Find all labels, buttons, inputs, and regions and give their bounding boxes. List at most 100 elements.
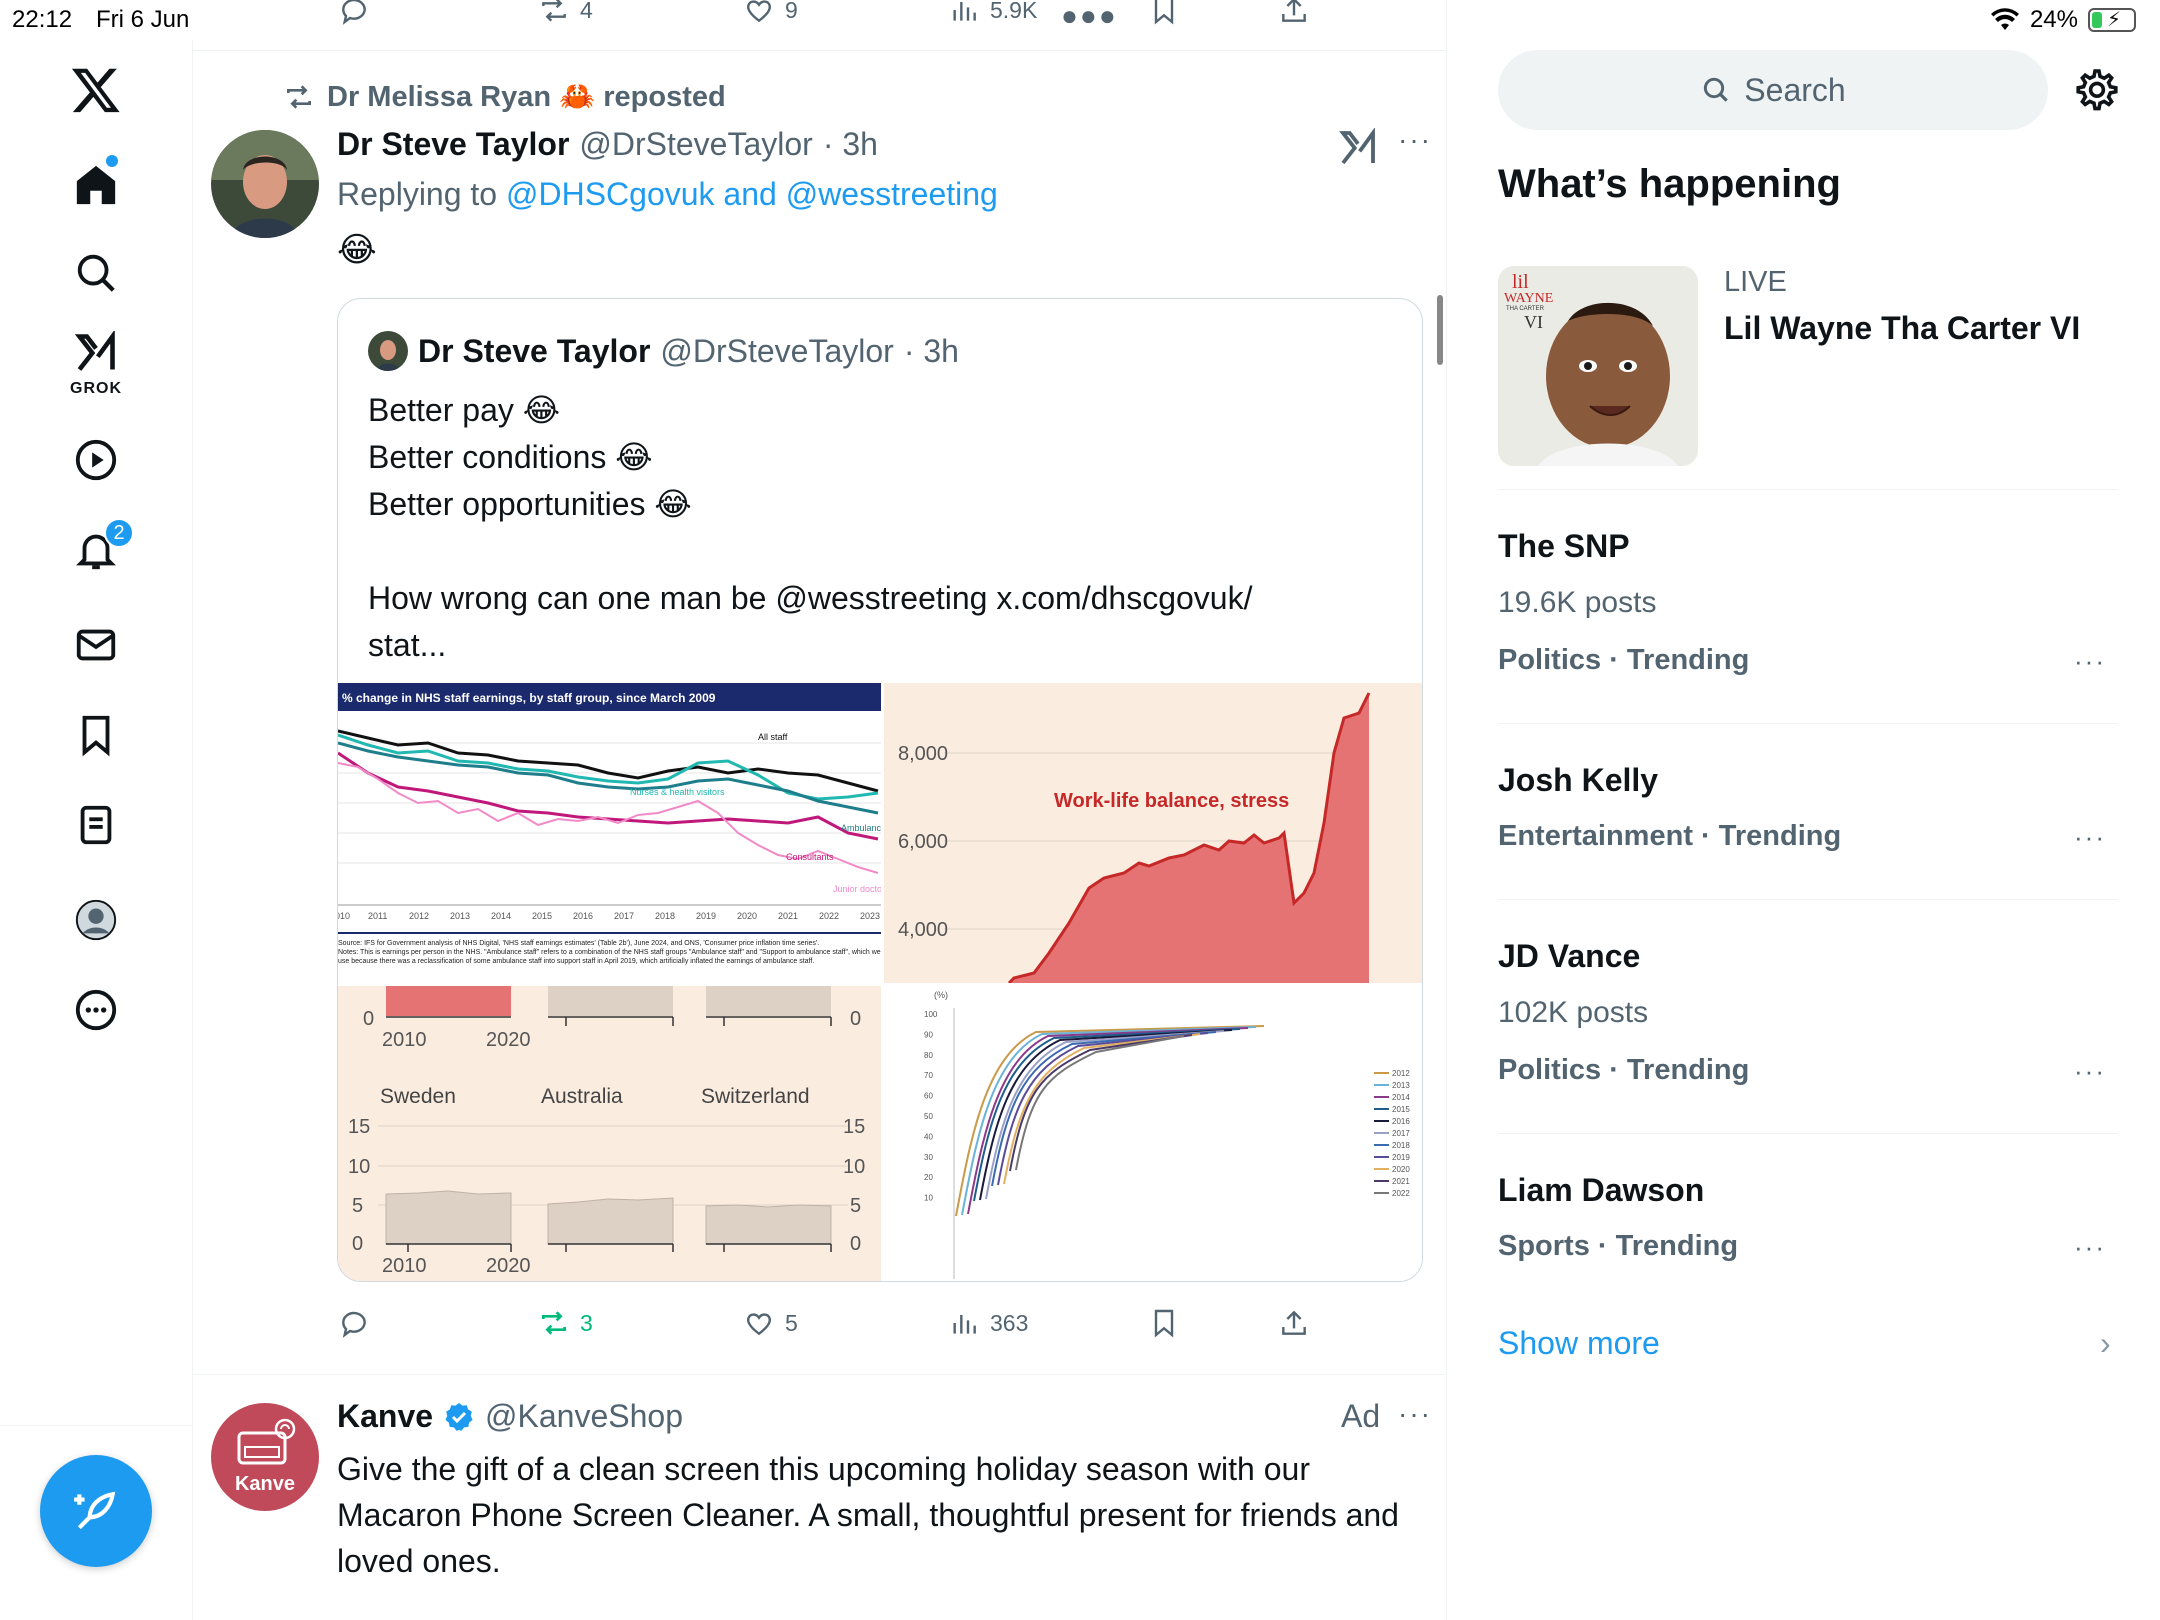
heart-icon bbox=[747, 1313, 771, 1336]
media-image-nhs-earnings[interactable]: % change in NHS staff earnings, by staff… bbox=[338, 683, 881, 983]
home-unread-dot bbox=[106, 155, 118, 167]
author-avatar[interactable] bbox=[211, 130, 319, 238]
trend-more-icon[interactable]: ··· bbox=[2074, 1056, 2106, 1087]
chart4-legend-label: 2016 bbox=[1392, 1117, 1410, 1126]
repost-attribution[interactable]: Dr Melissa Ryan 🦀 reposted bbox=[283, 80, 726, 114]
search-input[interactable]: Search bbox=[1498, 50, 2048, 130]
media-image-year-curves[interactable]: (%) 100 90 80 70 60 50 40 30 20 10 2012 2013 2014 20… bbox=[884, 986, 1422, 1281]
author-handle[interactable]: @DrSteveTaylor bbox=[579, 126, 812, 163]
ad-author-name[interactable]: Kanve bbox=[337, 1398, 433, 1435]
replying-to-handles[interactable]: @DHSCgovuk and @wesstreeting bbox=[506, 176, 998, 212]
chart1-series-label: All staff bbox=[758, 732, 788, 742]
chart3-x-tick: 2010 bbox=[382, 1255, 427, 1277]
trend-item[interactable]: JD Vance 102K posts Politics · Trending … bbox=[1498, 900, 2118, 1134]
quoted-tweet[interactable]: Dr Steve Taylor @DrSteveTaylor · 3h Bett… bbox=[337, 298, 1423, 1282]
video-play-icon[interactable] bbox=[56, 420, 136, 500]
chart3-y-tick: 10 bbox=[348, 1156, 370, 1178]
media-image-work-life[interactable]: 8,000 6,000 4,000 Work-life balance, str… bbox=[884, 683, 1422, 983]
prev-bookmark-button[interactable] bbox=[1148, 0, 1180, 26]
home-icon[interactable] bbox=[56, 145, 136, 225]
replying-prefix: Replying to bbox=[337, 176, 506, 212]
views-count: 363 bbox=[990, 1309, 1029, 1336]
x-logo-icon[interactable] bbox=[56, 50, 136, 130]
heart-icon bbox=[747, 0, 771, 23]
like-count: 5 bbox=[785, 1309, 798, 1336]
divider bbox=[193, 1374, 1446, 1375]
settings-gear-icon[interactable] bbox=[2073, 66, 2121, 114]
ad-author-handle[interactable]: @KanveShop bbox=[485, 1398, 683, 1435]
chart1-x-tick: 2012 bbox=[409, 911, 429, 921]
chart3-y-tick: 5 bbox=[352, 1195, 363, 1217]
prev-share-button[interactable] bbox=[1278, 0, 1310, 26]
grok-icon[interactable]: GROK bbox=[56, 320, 136, 400]
chart1-x-tick: 2010 bbox=[338, 911, 350, 921]
like-button[interactable]: 5 bbox=[743, 1307, 798, 1339]
verified-badge-icon bbox=[445, 1402, 473, 1431]
featured-cover-image: lil WAYNE THA CARTER VI bbox=[1498, 266, 1698, 466]
repost-button[interactable]: 3 bbox=[538, 1307, 593, 1339]
share-icon bbox=[1282, 0, 1306, 22]
trend-item[interactable]: Liam Dawson Sports · Trending ··· bbox=[1498, 1134, 2118, 1310]
chart1-x-ticks: 2010 2011 2012 2013 2014 2015 2016 2017 … bbox=[338, 911, 880, 921]
ad-avatar-text: Kanve bbox=[234, 1473, 296, 1495]
quote-media-grid[interactable]: % change in NHS staff earnings, by staff… bbox=[338, 683, 1422, 1281]
chart4-series-line bbox=[979, 1029, 1233, 1201]
trend-item[interactable]: Josh Kelly Entertainment · Trending ··· bbox=[1498, 724, 2118, 900]
more-options-icon[interactable] bbox=[56, 970, 136, 1050]
chart1-x-tick: 2013 bbox=[450, 911, 470, 921]
share-icon bbox=[1282, 1310, 1306, 1335]
chart3-y-tick: 5 bbox=[850, 1195, 861, 1217]
chart3-y-tick: 15 bbox=[843, 1116, 865, 1138]
chart1-x-tick: 2015 bbox=[532, 911, 552, 921]
chart4-y-tick: 10 bbox=[924, 1194, 933, 1203]
notifications-bell-icon[interactable]: 2 bbox=[56, 510, 136, 590]
chart4-y-tick: 60 bbox=[924, 1092, 933, 1101]
trend-item[interactable]: The SNP 19.6K posts Politics · Trending … bbox=[1498, 490, 2118, 724]
repost-count: 3 bbox=[580, 1309, 593, 1336]
prev-like-button[interactable]: 9 bbox=[743, 0, 798, 26]
chart4-y-tick: 50 bbox=[924, 1112, 933, 1121]
chart1-x-tick: 2022 bbox=[819, 911, 839, 921]
prev-views-button[interactable]: 5.9K bbox=[948, 0, 1037, 26]
grok-explain-icon[interactable] bbox=[1338, 127, 1378, 173]
chart4-series-line bbox=[967, 1027, 1249, 1215]
chart4-legend-label: 2022 bbox=[1392, 1189, 1410, 1198]
featured-trend[interactable]: lil WAYNE THA CARTER VI LIVE Lil Wayne T… bbox=[1498, 262, 2118, 490]
show-more-link[interactable]: Show more bbox=[1498, 1325, 1660, 1362]
compose-post-button[interactable] bbox=[40, 1455, 152, 1567]
trend-more-icon[interactable]: ··· bbox=[2074, 646, 2106, 677]
prev-repost-button[interactable]: 4 bbox=[538, 0, 593, 26]
share-button[interactable] bbox=[1278, 1307, 1310, 1339]
prev-reply-button[interactable] bbox=[338, 0, 370, 26]
chart1-x-tick: 2016 bbox=[573, 911, 593, 921]
tweet-time[interactable]: · 3h bbox=[823, 126, 878, 163]
bookmarks-icon[interactable] bbox=[56, 695, 136, 775]
reply-button[interactable] bbox=[338, 1307, 370, 1339]
bookmark-button[interactable] bbox=[1148, 1307, 1180, 1339]
chart4-legend-label: 2021 bbox=[1392, 1177, 1410, 1186]
prev-repost-count: 4 bbox=[580, 0, 593, 23]
status-time: 22:12 bbox=[12, 6, 73, 33]
trend-more-icon[interactable]: ··· bbox=[2074, 1232, 2106, 1263]
views-button[interactable]: 363 bbox=[948, 1307, 1028, 1339]
trend-title: Liam Dawson bbox=[1498, 1172, 1705, 1208]
ad-avatar[interactable]: Kanve bbox=[211, 1403, 319, 1511]
messages-envelope-icon[interactable] bbox=[56, 605, 136, 685]
profile-avatar-icon[interactable] bbox=[56, 880, 136, 960]
cover-text: VI bbox=[1524, 312, 1543, 332]
author-name[interactable]: Dr Steve Taylor bbox=[337, 126, 569, 163]
explore-search-icon[interactable] bbox=[56, 233, 136, 313]
ad-more-icon[interactable]: ··· bbox=[1398, 1398, 1432, 1430]
lists-icon[interactable] bbox=[56, 785, 136, 865]
chart1-footnote: Notes: This is earnings per person in th… bbox=[338, 949, 881, 965]
chart4-series-line bbox=[1015, 1035, 1185, 1171]
compose-feather-icon bbox=[74, 1491, 116, 1530]
scrollbar[interactable] bbox=[1437, 295, 1443, 365]
media-image-country-charts[interactable]: 0 0 2010 2020 Sweden Australia Switzerla… bbox=[338, 986, 881, 1281]
chart3-x-tick: 2010 bbox=[382, 1029, 427, 1051]
chart4-legend-label: 2014 bbox=[1392, 1093, 1410, 1102]
chart1-series-label: Nurses & health visitors bbox=[630, 787, 725, 797]
trend-more-icon[interactable]: ··· bbox=[2074, 822, 2106, 853]
tweet-more-icon[interactable]: ··· bbox=[1398, 124, 1432, 156]
grok-actions-dots-icon[interactable]: ●●● bbox=[1061, 0, 1118, 32]
